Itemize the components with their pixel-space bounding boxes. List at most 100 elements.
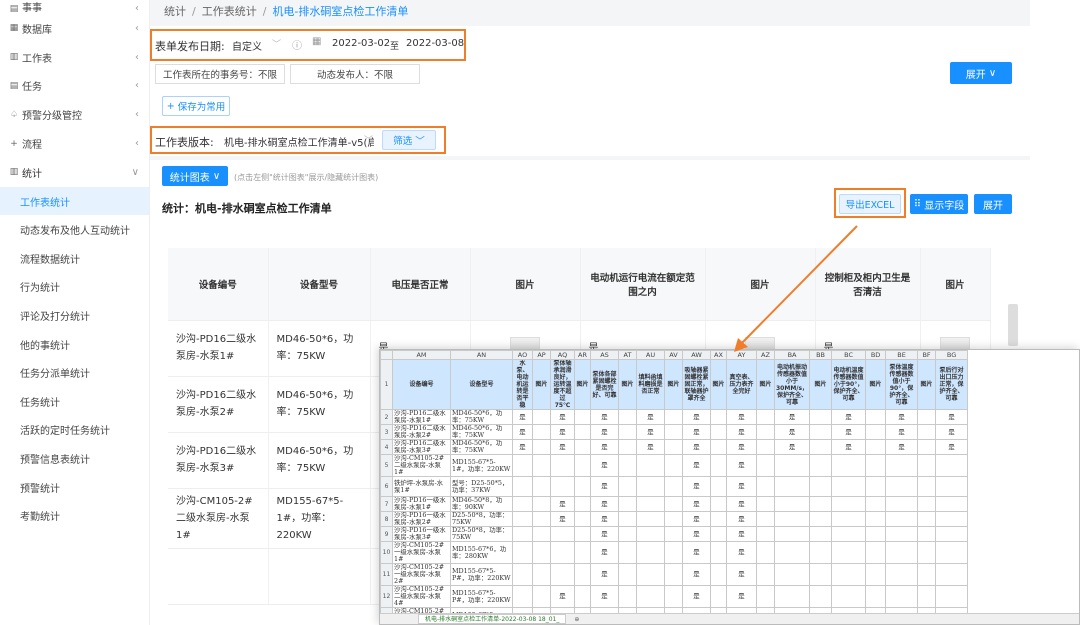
- excel-cell[interactable]: 沙沟-PD16一级水泵房-水泵3#: [392, 526, 451, 542]
- excel-cell[interactable]: [865, 511, 887, 527]
- excel-cell[interactable]: [809, 585, 833, 608]
- excel-header-cell[interactable]: 图片: [574, 359, 591, 410]
- excel-cell[interactable]: [618, 541, 637, 564]
- excel-column-letter[interactable]: AQ: [550, 350, 575, 360]
- excel-column-letter[interactable]: AV: [664, 350, 683, 360]
- excel-cell[interactable]: 是: [590, 563, 619, 586]
- excel-cell[interactable]: [636, 476, 665, 497]
- excel-row-number[interactable]: 3: [380, 424, 393, 440]
- sidebar-item-4[interactable]: ♤ 预警分级管控 ‹: [0, 100, 149, 129]
- sidebar-item-1[interactable]: ▦ 数据库 ‹: [0, 14, 149, 43]
- excel-column-letter[interactable]: AX: [710, 350, 727, 360]
- excel-cell[interactable]: [636, 526, 665, 542]
- excel-cell[interactable]: 是: [550, 496, 575, 512]
- sidebar-subitem-4[interactable]: 评论及打分统计: [0, 301, 149, 330]
- excel-cell[interactable]: [917, 439, 937, 455]
- excel-cell[interactable]: 是: [682, 439, 711, 455]
- excel-cell[interactable]: [773, 476, 811, 497]
- excel-cell[interactable]: [664, 585, 683, 608]
- excel-cell[interactable]: [831, 496, 867, 512]
- add-sheet-icon[interactable]: ⊕: [574, 616, 579, 623]
- excel-cell[interactable]: [865, 439, 887, 455]
- excel-cell[interactable]: [512, 585, 533, 608]
- excel-cell[interactable]: 是: [636, 439, 665, 455]
- excel-cell[interactable]: [532, 476, 551, 497]
- excel-cell[interactable]: 是: [590, 476, 619, 497]
- sidebar-subitem-5[interactable]: 他的事统计: [0, 330, 149, 359]
- excel-cell[interactable]: [809, 541, 833, 564]
- excel-cell[interactable]: [831, 585, 867, 608]
- excel-cell[interactable]: [809, 454, 833, 477]
- sidebar-subitem-3[interactable]: 行为统计: [0, 273, 149, 302]
- export-excel-button[interactable]: 导出EXCEL: [839, 194, 901, 214]
- excel-cell[interactable]: [618, 424, 637, 440]
- excel-cell[interactable]: 沙沟-PD16二级水泵房-水泵2#: [392, 424, 451, 440]
- excel-cell[interactable]: 是: [590, 496, 619, 512]
- excel-data-row[interactable]: 10 沙沟-CM105-2#一级水泵房-水泵1# MD155-67*6，功率：280…: [380, 541, 969, 564]
- excel-row-number[interactable]: 1: [380, 359, 393, 410]
- excel-cell[interactable]: 是: [682, 424, 711, 440]
- excel-cell[interactable]: [917, 409, 937, 425]
- sidebar-subitem-8[interactable]: 活跃的定时任务统计: [0, 416, 149, 445]
- excel-cell[interactable]: 是: [550, 409, 575, 425]
- excel-cell[interactable]: [831, 563, 867, 586]
- excel-cell[interactable]: [917, 526, 937, 542]
- excel-header-cell[interactable]: 图片: [710, 359, 727, 410]
- excel-header-cell[interactable]: 设备型号: [450, 359, 513, 410]
- excel-cell[interactable]: [550, 476, 575, 497]
- excel-cell[interactable]: [636, 585, 665, 608]
- excel-header-cell[interactable]: 泵后行对出口压力正常，保护齐全、可靠: [935, 359, 969, 410]
- excel-cell[interactable]: [532, 563, 551, 586]
- filter-button[interactable]: 筛选 ﹀: [382, 130, 436, 150]
- excel-column-letter[interactable]: BF: [917, 350, 937, 360]
- excel-cell[interactable]: [831, 511, 867, 527]
- excel-cell[interactable]: [636, 563, 665, 586]
- excel-cell[interactable]: [618, 454, 637, 477]
- excel-cell[interactable]: [574, 439, 591, 455]
- excel-cell[interactable]: [664, 424, 683, 440]
- sidebar-item-3[interactable]: ▤ 任务 ‹: [0, 72, 149, 101]
- excel-column-letter[interactable]: AP: [532, 350, 551, 360]
- excel-cell[interactable]: [865, 476, 887, 497]
- excel-row-number[interactable]: 5: [380, 454, 393, 477]
- excel-cell[interactable]: [710, 439, 727, 455]
- excel-cell[interactable]: [574, 511, 591, 527]
- excel-cell[interactable]: 是: [590, 526, 619, 542]
- excel-cell[interactable]: [935, 585, 969, 608]
- excel-cell[interactable]: [865, 409, 887, 425]
- excel-cell[interactable]: [809, 563, 833, 586]
- excel-cell[interactable]: [710, 563, 727, 586]
- excel-cell[interactable]: 是: [590, 424, 619, 440]
- excel-cell[interactable]: 是: [636, 424, 665, 440]
- excel-row-number[interactable]: 12: [380, 585, 393, 608]
- excel-cell[interactable]: 是: [590, 439, 619, 455]
- excel-cell[interactable]: 是: [682, 511, 711, 527]
- excel-cell[interactable]: 是: [550, 424, 575, 440]
- excel-cell[interactable]: [756, 439, 775, 455]
- excel-cell[interactable]: [935, 563, 969, 586]
- excel-row-number[interactable]: 9: [380, 526, 393, 542]
- excel-cell[interactable]: 是: [682, 563, 711, 586]
- excel-cell[interactable]: 沙沟-CM105-2#二级水泵房-水泵4#: [392, 585, 451, 608]
- excel-cell[interactable]: 沙沟-PD16一级水泵房-水泵2#: [392, 511, 451, 527]
- excel-cell[interactable]: [935, 496, 969, 512]
- excel-cell[interactable]: [935, 511, 969, 527]
- excel-cell[interactable]: 是: [726, 424, 757, 440]
- excel-cell[interactable]: [618, 563, 637, 586]
- excel-cell[interactable]: 沙沟-PD16二级水泵房-水泵1#: [392, 409, 451, 425]
- excel-column-letter[interactable]: AW: [682, 350, 711, 360]
- excel-row-number[interactable]: 7: [380, 496, 393, 512]
- sidebar-item-5[interactable]: + 流程 ‹: [0, 129, 149, 158]
- excel-cell[interactable]: [532, 526, 551, 542]
- excel-cell[interactable]: [935, 541, 969, 564]
- excel-header-cell[interactable]: 电动机温度传感器数值小于90°，保护齐全、可靠: [831, 359, 867, 410]
- excel-header-cell[interactable]: 吸轴器紧固螺栓紧固正常，联轴器护罩齐全: [682, 359, 711, 410]
- excel-cell[interactable]: 是: [935, 424, 969, 440]
- excel-cell[interactable]: [756, 511, 775, 527]
- version-select[interactable]: 机电-排水硐室点检工作清单-v5(启用: [224, 134, 374, 149]
- excel-cell[interactable]: 是: [773, 424, 811, 440]
- excel-column-letter[interactable]: AZ: [756, 350, 775, 360]
- excel-cell[interactable]: [831, 526, 867, 542]
- excel-cell[interactable]: 是: [726, 541, 757, 564]
- excel-cell[interactable]: [618, 409, 637, 425]
